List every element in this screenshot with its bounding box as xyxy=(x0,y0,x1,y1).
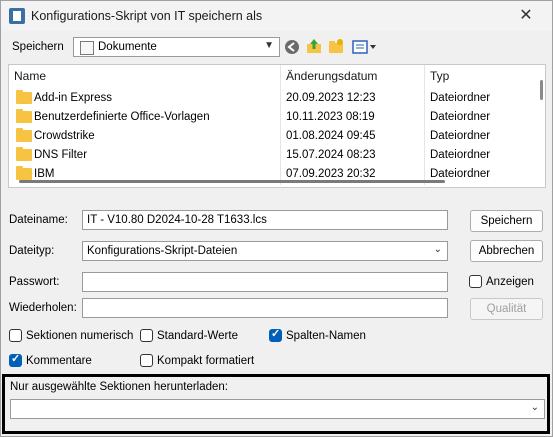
file-name: Add-in Express xyxy=(34,92,112,104)
show-password-label: Anzeigen xyxy=(486,276,534,288)
column-name[interactable]: Name xyxy=(14,65,46,87)
chevron-down-icon: ⌄ xyxy=(530,402,539,413)
app-icon xyxy=(9,8,25,24)
view-menu-icon[interactable] xyxy=(352,39,378,55)
chevron-down-icon: ▼ xyxy=(264,40,274,51)
folder-icon xyxy=(16,147,32,161)
file-name: Crowdstrike xyxy=(34,130,95,142)
file-name: IBM xyxy=(34,168,55,180)
file-row[interactable]: Add-in Express 20.09.2023 12:23 Dateiord… xyxy=(9,89,539,108)
file-date: 20.09.2023 12:23 xyxy=(286,92,376,104)
file-row[interactable]: Crowdstrike 01.08.2024 09:45 Dateiordner xyxy=(9,127,539,146)
location-combo[interactable]: Dokumente ▼ xyxy=(73,37,280,57)
file-type: Dateiordner xyxy=(430,111,491,123)
file-date: 07.09.2023 20:32 xyxy=(286,168,376,180)
new-folder-icon[interactable] xyxy=(328,38,344,54)
default-values-checkbox[interactable] xyxy=(140,329,153,342)
filename-input[interactable]: IT - V10.80 D2024-10-28 T1633.lcs xyxy=(82,210,448,230)
save-dialog: Konfigurations-Skript von IT speichern a… xyxy=(0,0,553,437)
file-name: Benutzerdefinierte Office-Vorlagen xyxy=(34,111,210,123)
repeat-label: Wiederholen: xyxy=(9,302,77,314)
sections-label: Nur ausgewählte Sektionen herunterladen: xyxy=(10,381,229,393)
file-date: 15.07.2024 08:23 xyxy=(286,149,376,161)
file-date: 10.11.2023 08:19 xyxy=(286,111,375,123)
file-type: Dateiordner xyxy=(430,149,491,161)
filetype-label: Dateityp: xyxy=(9,245,55,257)
sections-select[interactable]: ⌄ xyxy=(10,399,545,419)
up-folder-icon[interactable] xyxy=(306,38,322,54)
numbered-sections-checkbox[interactable] xyxy=(9,329,22,342)
column-type[interactable]: Typ xyxy=(430,65,449,87)
sort-arrow-icon: ^ xyxy=(139,64,144,70)
file-type: Dateiordner xyxy=(430,168,491,180)
close-button[interactable]: ✕ xyxy=(506,3,546,29)
folder-icon xyxy=(16,90,32,104)
compact-format-checkbox[interactable] xyxy=(140,354,153,367)
show-password-checkbox[interactable] xyxy=(469,275,482,288)
filename-value: IT - V10.80 D2024-10-28 T1633.lcs xyxy=(87,214,267,226)
save-in-label: Speichern xyxy=(12,41,64,53)
back-icon[interactable] xyxy=(284,39,300,55)
folder-icon xyxy=(16,109,32,123)
column-names-label: Spalten-Namen xyxy=(286,330,366,342)
password-input[interactable] xyxy=(82,272,448,292)
filetype-select[interactable]: Konfigurations-Skript-Dateien ⌄ xyxy=(82,241,448,261)
password-label: Passwort: xyxy=(9,276,60,288)
file-list[interactable]: Name ^ Änderungsdatum Typ Add-in Express… xyxy=(8,64,546,188)
file-type: Dateiordner xyxy=(430,92,491,104)
column-names-checkbox[interactable] xyxy=(269,327,282,342)
save-button[interactable]: Speichern xyxy=(470,210,543,232)
folder-icon xyxy=(16,166,32,180)
window-title: Konfigurations-Skript von IT speichern a… xyxy=(31,9,263,23)
title-bar: Konfigurations-Skript von IT speichern a… xyxy=(1,1,552,31)
folder-icon xyxy=(16,128,32,142)
cancel-button[interactable]: Abbrechen xyxy=(470,240,543,262)
quality-button[interactable]: Qualität xyxy=(470,298,543,320)
horizontal-scrollbar[interactable] xyxy=(19,180,445,183)
comments-checkbox[interactable] xyxy=(9,352,22,367)
file-name: DNS Filter xyxy=(34,149,88,161)
repeat-password-input[interactable] xyxy=(82,298,448,318)
comments-label: Kommentare xyxy=(26,355,92,367)
vertical-scrollbar[interactable] xyxy=(540,80,543,100)
location-value: Dokumente xyxy=(98,41,157,53)
chevron-down-icon: ⌄ xyxy=(433,244,442,255)
compact-format-label: Kompakt formatiert xyxy=(157,355,255,367)
file-type: Dateiordner xyxy=(430,130,491,142)
filetype-value: Konfigurations-Skript-Dateien xyxy=(87,245,238,257)
file-date: 01.08.2024 09:45 xyxy=(286,130,376,142)
documents-icon xyxy=(80,41,94,55)
file-row[interactable]: DNS Filter 15.07.2024 08:23 Dateiordner xyxy=(9,146,539,165)
default-values-label: Standard-Werte xyxy=(157,330,238,342)
filename-label: Dateiname: xyxy=(9,214,68,226)
column-date[interactable]: Änderungsdatum xyxy=(286,65,377,87)
file-row[interactable]: Benutzerdefinierte Office-Vorlagen 10.11… xyxy=(9,108,539,127)
numbered-sections-label: Sektionen numerisch xyxy=(26,330,134,342)
sections-panel: Nur ausgewählte Sektionen herunterladen:… xyxy=(2,374,550,434)
